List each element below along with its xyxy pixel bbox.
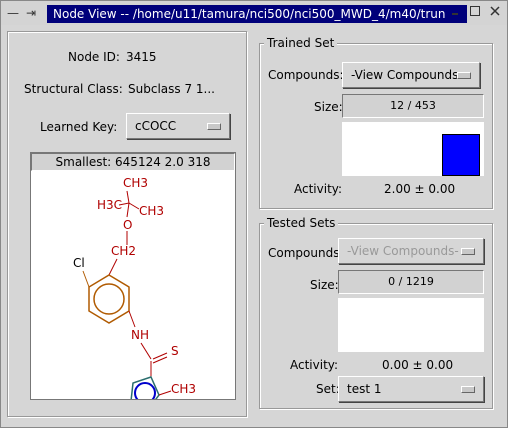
node-id-label: Node ID:: [68, 50, 120, 64]
node-view-window: — ⇥ Node View -- /home/u11/tamura/nci500…: [0, 0, 508, 428]
sulfur-label: S: [171, 344, 179, 358]
trained-set-legend: Trained Set: [264, 36, 338, 50]
dropdown-arrow-icon: [461, 386, 475, 393]
trained-view-compounds-button[interactable]: -View Compounds-: [342, 62, 480, 88]
tested-histogram: [338, 298, 484, 352]
dropdown-arrow-icon: [457, 72, 471, 79]
trained-activity-value: 2.00 ± 0.00: [384, 182, 456, 196]
maximize-icon[interactable]: [467, 5, 483, 21]
trained-compounds-label: Compounds:: [268, 68, 344, 82]
learned-key-value: cCOCC: [135, 119, 177, 133]
nh-label: NH: [131, 328, 149, 342]
node-info-panel: Node ID: 3415 Structural Class: Subclass…: [7, 31, 247, 417]
structural-class-value: Subclass 7 1...: [128, 82, 215, 96]
tested-compounds-label: Compounds:: [268, 246, 344, 260]
trained-activity-label: Activity:: [294, 182, 343, 196]
smallest-header: Smallest: 645124 2.0 318: [31, 153, 235, 171]
tested-activity-label: Activity:: [290, 358, 339, 372]
trained-view-compounds-text: -View Compounds-: [351, 68, 463, 82]
learned-key-dropdown[interactable]: cCOCC: [126, 113, 230, 139]
title-bar[interactable]: — ⇥ Node View -- /home/u11/tamura/nci500…: [1, 1, 507, 25]
tested-size-field: 0 / 1219: [338, 270, 484, 294]
oxygen-label: O: [123, 218, 132, 232]
set-dropdown[interactable]: test 1: [338, 376, 484, 402]
tested-view-compounds-button[interactable]: -View Compounds-: [338, 238, 484, 264]
structure-viewer[interactable]: Smallest: 645124 2.0 318 CH3 H3C CH3 O C…: [30, 152, 236, 400]
node-id-value: 3415: [126, 50, 157, 64]
ch3-ring-label: CH3: [171, 382, 196, 396]
tested-activity-value: 0.00 ± 0.00: [382, 358, 454, 372]
trained-activity-bar: [442, 134, 480, 176]
ch2-label: CH2: [111, 244, 136, 258]
window-menu-icon[interactable]: —: [5, 5, 21, 21]
tested-sets-legend: Tested Sets: [264, 216, 339, 230]
tested-view-compounds-text: -View Compounds-: [347, 244, 459, 258]
pin-icon[interactable]: ⇥: [23, 5, 39, 21]
molecule-structure: CH3 H3C CH3 O CH2 Cl NH S CH3: [73, 176, 196, 399]
set-value: test 1: [347, 382, 382, 396]
learned-key-label: Learned Key:: [40, 120, 118, 134]
dropdown-arrow-icon: [461, 248, 475, 255]
iconify-icon[interactable]: [447, 5, 463, 21]
content-area: Node ID: 3415 Structural Class: Subclass…: [7, 31, 503, 423]
h3c-label: H3C: [97, 198, 122, 212]
tested-sets-frame: Tested Sets Compounds: -View Compounds- …: [259, 216, 493, 409]
set-label: Set:: [316, 382, 340, 396]
tested-size-label: Size:: [310, 278, 339, 292]
window-title: Node View -- /home/u11/tamura/nci500/nci…: [47, 5, 467, 23]
chlorine-label: Cl: [73, 256, 85, 270]
trained-size-field: 12 / 453: [342, 94, 484, 118]
trained-histogram: [342, 122, 484, 176]
dropdown-arrow-icon: [207, 123, 221, 130]
structural-class-label: Structural Class:: [24, 82, 123, 96]
ch3-right-label: CH3: [139, 204, 164, 218]
trained-size-label: Size:: [314, 100, 343, 114]
ch3-top-label: CH3: [123, 176, 148, 190]
trained-set-frame: Trained Set Compounds: -View Compounds- …: [259, 36, 493, 209]
close-icon[interactable]: [487, 5, 503, 21]
